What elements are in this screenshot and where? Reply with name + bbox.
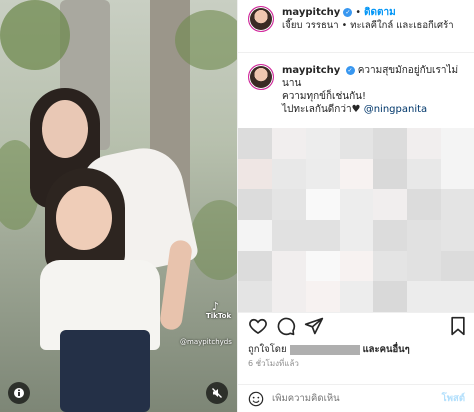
mute-icon [212,388,222,398]
pixelated-block [441,250,474,282]
pixelated-block [305,189,341,221]
heart-icon[interactable] [248,316,268,336]
actions-divider [238,312,474,313]
pixelated-block [305,220,341,252]
pixelated-block [305,250,341,282]
pixelated-block [373,189,408,221]
pixelated-block [441,158,474,190]
post-timestamp[interactable]: 6 ชั่วโมงที่แล้ว [248,357,299,370]
caption-line-3: ไปทะเลกันดีกว่า♥ [282,104,361,115]
pixelated-block [339,189,374,221]
pixelated-block [339,250,374,282]
caption-username[interactable]: maypitchy [282,65,340,76]
caption-avatar[interactable] [248,64,274,90]
header-separator: • [355,7,361,18]
pixelated-block [339,158,374,190]
pixelated-block [407,220,442,252]
person-back-face [42,100,88,158]
person-front-pants [60,330,150,412]
pixelated-block [441,128,474,160]
pixelated-block [339,128,374,160]
foliage [175,10,237,70]
pixelated-block [305,128,341,160]
obscured-comments [238,128,474,313]
caption-line-2: ความทุกข์ก็เช่นกัน! [282,91,366,102]
pixelated-block [271,281,307,313]
pixelated-block [339,281,374,313]
pixelated-block [238,158,273,190]
pixelated-block [305,158,341,190]
redacted-username [289,344,360,355]
person-front-face [56,186,112,250]
tiktok-watermark: TikTok [206,312,232,320]
info-button[interactable] [8,382,30,404]
post-panel: maypitchy ✓ • ติดตาม เจี๊ยบ วรรธนา • ทะเ… [237,0,474,412]
caption-text: maypitchy ✓ ความสุขมักอยู่กับเราไม่นาน ค… [282,64,470,116]
pixelated-block [238,189,273,221]
pixelated-block [271,189,307,221]
mute-button[interactable] [206,382,228,404]
share-icon[interactable] [304,316,324,336]
foliage [0,0,70,70]
pixelated-block [271,250,307,282]
follow-button[interactable]: ติดตาม [364,7,396,18]
header-username[interactable]: maypitchy [282,7,340,18]
pixelated-block [271,158,307,190]
likes-suffix[interactable]: และคนอื่นๆ [363,344,410,355]
pixelated-block [373,128,408,160]
comment-input[interactable] [272,393,442,404]
emoji-icon[interactable] [248,391,264,407]
verified-badge-icon: ✓ [343,8,353,17]
audio-subtitle[interactable]: เจี๊ยบ วรรธนา • ทะเลคีใกล์ และเธอกีเศร้า [282,19,454,32]
pixelated-block [339,220,374,252]
pixelated-block [271,128,307,160]
pixelated-block [238,220,273,252]
pixelated-block [407,128,442,160]
pixelated-block [305,281,341,313]
header-divider [238,52,474,53]
pixelated-block [407,158,442,190]
likes-summary: ถูกใจโดย และคนอื่นๆ [248,342,470,357]
foliage [190,200,237,280]
action-bar [248,316,468,336]
header-text: maypitchy ✓ • ติดตาม เจี๊ยบ วรรธนา • ทะเ… [282,6,454,32]
pixelated-block [238,250,273,282]
pixelated-block [407,281,442,313]
comment-bar: โพสต์ [238,384,474,412]
bookmark-icon[interactable] [448,316,468,336]
pixelated-block [373,250,408,282]
caption: maypitchy ✓ ความสุขมักอยู่กับเราไม่นาน ค… [248,64,470,116]
post-header: maypitchy ✓ • ติดตาม เจี๊ยบ วรรธนา • ทะเ… [248,6,468,32]
comment-icon[interactable] [276,316,296,336]
post-media[interactable]: ♪ TikTok @maypitchyds [0,0,237,412]
pixelated-block [407,189,442,221]
pixelated-block [373,158,408,190]
pixelated-block [441,189,474,221]
verified-badge-icon: ✓ [345,65,355,75]
pixelated-block [373,281,408,313]
info-icon [14,388,24,398]
avatar[interactable] [248,6,274,32]
pixelated-block [441,281,474,313]
pixelated-block [441,220,474,252]
likes-prefix: ถูกใจโดย [248,344,287,355]
pixelated-block [238,128,273,160]
tiktok-watermark-user: @maypitchyds [180,338,232,346]
pixelated-block [271,220,307,252]
post-comment-button[interactable]: โพสต์ [442,391,465,406]
pixelated-block [238,281,273,313]
caption-mention[interactable]: @ningpanita [364,104,427,115]
pixelated-block [407,250,442,282]
pixelated-block [373,220,408,252]
